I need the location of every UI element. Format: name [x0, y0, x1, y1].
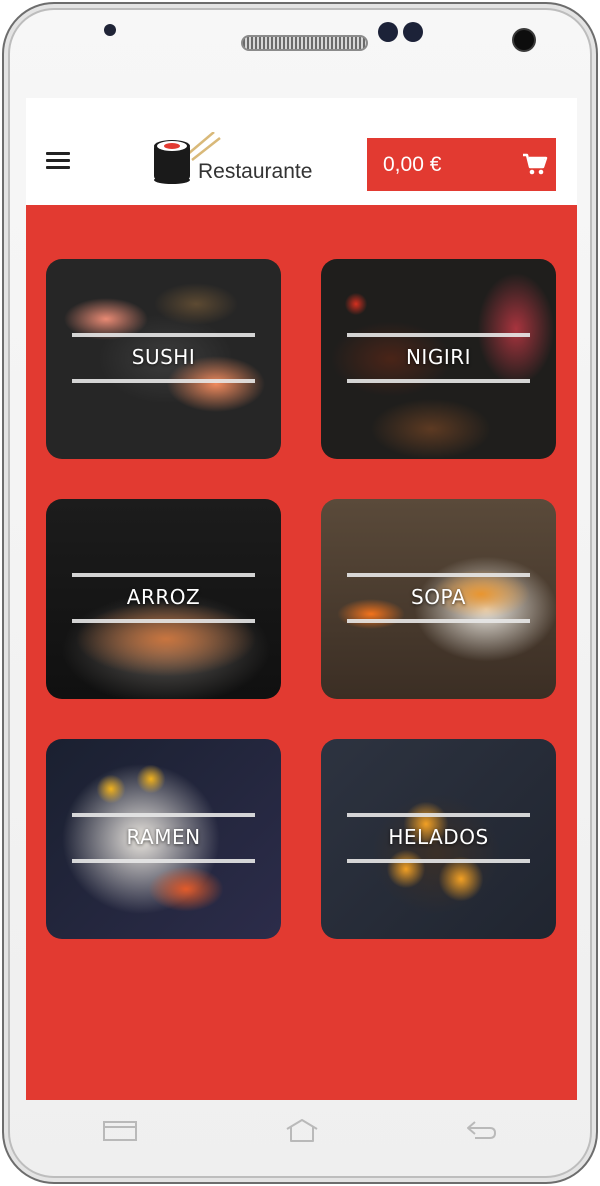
category-tile-arroz[interactable]: ARROZ — [46, 499, 281, 699]
divider-top — [72, 573, 255, 577]
app-screen: Restaurante 0,00 € SUSHI NIGIRI ARROZ SO… — [26, 98, 577, 1100]
divider-top — [347, 573, 530, 577]
earpiece-speaker — [241, 35, 368, 51]
home-icon[interactable] — [284, 1118, 320, 1144]
divider-bottom — [347, 859, 530, 863]
category-label: ARROZ — [126, 585, 201, 609]
recent-apps-icon[interactable] — [102, 1118, 138, 1144]
hamburger-icon[interactable] — [46, 152, 70, 172]
category-tile-sopa[interactable]: SOPA — [321, 499, 556, 699]
category-label: SOPA — [411, 585, 466, 609]
divider-top — [72, 813, 255, 817]
category-label: SUSHI — [131, 345, 196, 369]
divider-bottom — [72, 859, 255, 863]
front-sensor-icon — [104, 24, 116, 36]
divider-bottom — [72, 619, 255, 623]
divider-bottom — [72, 379, 255, 383]
divider-bottom — [347, 619, 530, 623]
category-label: NIGIRI — [405, 345, 472, 369]
app-header: Restaurante 0,00 € — [26, 98, 577, 205]
divider-top — [72, 333, 255, 337]
back-icon[interactable] — [463, 1118, 499, 1144]
proximity-sensor-icon — [378, 22, 398, 42]
cart-icon — [523, 153, 548, 175]
cart-button[interactable]: 0,00 € — [367, 138, 556, 191]
divider-bottom — [347, 379, 530, 383]
brand-name: Restaurante — [198, 160, 313, 183]
divider-top — [347, 813, 530, 817]
front-camera-icon — [514, 30, 534, 50]
light-sensor-icon — [403, 22, 423, 42]
category-tile-nigiri[interactable]: NIGIRI — [321, 259, 556, 459]
divider-top — [347, 333, 530, 337]
category-tile-helados[interactable]: HELADOS — [321, 739, 556, 939]
category-tile-sushi[interactable]: SUSHI — [46, 259, 281, 459]
category-label: RAMEN — [126, 825, 201, 849]
category-label: HELADOS — [388, 825, 489, 849]
cart-total: 0,00 € — [383, 153, 442, 176]
category-tile-ramen[interactable]: RAMEN — [46, 739, 281, 939]
